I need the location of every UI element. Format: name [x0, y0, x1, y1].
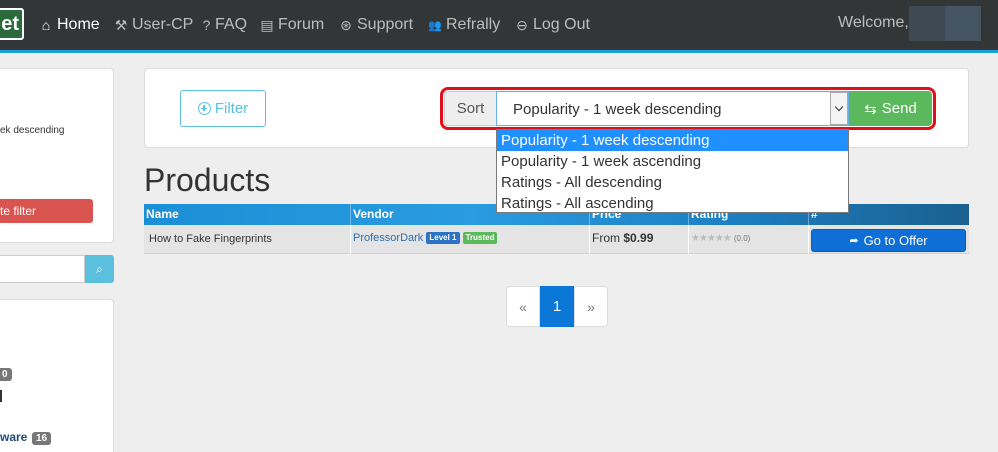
pagination-prev[interactable]: « [506, 286, 540, 327]
nav-home[interactable]: ⌂ Home [39, 14, 100, 36]
home-icon: ⌂ [41, 17, 51, 33]
filter-button-label: Filter [214, 100, 249, 117]
sort-option[interactable]: Popularity - 1 week descending [497, 130, 848, 151]
users-icon: 👥 [428, 19, 442, 32]
sort-option[interactable]: Ratings - All descending [497, 172, 848, 193]
nav-forum[interactable]: ▤ Forum [260, 14, 324, 36]
nav-support[interactable]: ⊛ Support [339, 14, 413, 36]
nav-faq[interactable]: ? FAQ [202, 14, 247, 36]
go-to-offer-label: Go to Offer [863, 233, 928, 248]
lifebuoy-icon: ⊛ [340, 16, 352, 33]
nav-user-cp[interactable]: ⚒ User-CP [114, 14, 194, 36]
navbar: et ⌂ Home ⚒ User-CP ? FAQ ▤ Forum ⊛ Supp… [0, 0, 998, 53]
sidebar-search-input[interactable] [0, 255, 85, 283]
filter-button[interactable]: Filter [180, 90, 266, 127]
vendor-link[interactable]: ProfessorDark [353, 232, 423, 244]
price-cell: From $0.99 [589, 225, 688, 254]
avatar[interactable] [909, 6, 981, 41]
tools-icon: ⚒ [114, 16, 128, 33]
sidebar-filter-button[interactable]: te filter [0, 199, 93, 223]
plus-circle-icon [197, 102, 211, 115]
page-title: Products [144, 162, 271, 198]
pagination-next[interactable]: » [574, 286, 608, 327]
nav-home-label: Home [57, 16, 100, 33]
nav-faq-label: FAQ [215, 16, 248, 33]
price-prefix: From [592, 231, 620, 245]
logout-icon: ⊖ [516, 16, 528, 33]
forum-icon: ▤ [260, 16, 274, 33]
go-to-offer-button[interactable]: ➦ Go to Offer [811, 229, 966, 252]
level-badge: Level 1 [426, 232, 460, 245]
price-value: $0.99 [623, 231, 654, 245]
sidebar-count-badge-b: 16 [32, 432, 52, 445]
nav-forum-label: Forum [278, 16, 325, 33]
welcome-text: Welcome, [838, 14, 909, 31]
column-header-name[interactable]: Name [144, 204, 350, 225]
nav-logout-label: Log Out [533, 16, 590, 33]
nav-logout[interactable]: ⊖ Log Out [515, 14, 590, 36]
nav-refrally-label: Refrally [446, 16, 501, 33]
search-icon[interactable]: ⌕ [85, 255, 114, 283]
rating-cell: ★★★★★ (0.0) [688, 225, 808, 254]
nav-support-label: Support [357, 16, 414, 33]
question-icon: ? [202, 17, 211, 33]
pagination-page[interactable]: 1 [540, 286, 574, 327]
trusted-badge: Trusted [462, 232, 498, 245]
sort-option[interactable]: Ratings - All ascending [497, 193, 848, 214]
sort-option[interactable]: Popularity - 1 week ascending [497, 151, 848, 172]
highlight-annotation [440, 87, 936, 130]
nav-refrally[interactable]: 👥 Refrally [428, 14, 500, 36]
product-name[interactable]: How to Fake Fingerprints [144, 225, 350, 254]
share-arrow-icon: ➦ [849, 235, 859, 247]
sort-dropdown-list: Popularity - 1 week descending Popularit… [496, 129, 849, 213]
pagination: « 1 » [506, 286, 608, 327]
sidebar-count-badge: 0 [0, 368, 12, 381]
brand-logo[interactable]: et [0, 8, 24, 40]
sidebar-tick [0, 390, 2, 402]
nav-user-cp-label: User-CP [132, 16, 194, 33]
sidebar-category-link[interactable]: ware [0, 430, 27, 444]
sidebar-sort-text: ek descending [0, 125, 65, 136]
rating-count: (0.0) [733, 234, 751, 243]
vendor-cell: ProfessorDark Level 1 Trusted [350, 225, 589, 254]
star-rating-icon: ★★★★★ [691, 233, 732, 244]
